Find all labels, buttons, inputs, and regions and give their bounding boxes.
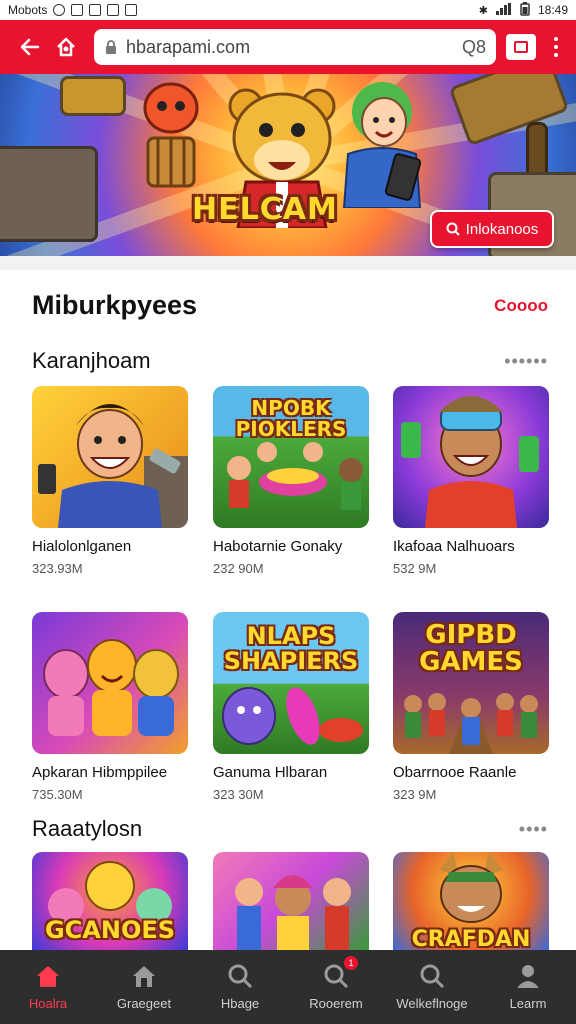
search-icon (446, 222, 460, 236)
bluetooth-icon: ✱ (478, 4, 488, 17)
nav-shop[interactable]: Graegeet (96, 950, 192, 1024)
browser-toolbar: hbarapami.com Q8 (0, 20, 576, 74)
more-dots-icon[interactable]: •••• (519, 819, 548, 840)
banner-title: HELCAM (192, 192, 338, 227)
status-notification-icon (125, 4, 138, 16)
game-card[interactable]: CRAFDAN (393, 852, 551, 950)
status-notification-icon (89, 4, 102, 16)
nav-label: Graegeet (116, 995, 172, 1011)
game-card[interactable]: Hialolonlganen 323.93M (32, 386, 190, 576)
game-card[interactable]: NPOBK PIOKLERS Habotarnie Gonaky 232 90M (213, 386, 371, 576)
url-right-text: Q8 (461, 36, 486, 57)
thumbnail-title: GIPBD GAMES (419, 620, 523, 678)
url-text: hbarapami.com (126, 36, 251, 57)
thumbnail-title: CRAFDAN (411, 927, 531, 950)
home-icon[interactable] (48, 29, 84, 65)
carrier-label: Mobots (8, 3, 48, 17)
status-notification-icon (107, 4, 120, 16)
nav-label: Hoalra (28, 995, 68, 1011)
profile-icon (517, 964, 539, 988)
game-size: 735.30M (32, 787, 83, 802)
game-thumbnail (32, 612, 188, 754)
banner-cta-button[interactable]: Inlokanoos (430, 210, 554, 248)
game-size: 323.93M (32, 561, 83, 576)
signal-icon (495, 2, 512, 18)
crate-image (60, 76, 126, 116)
search-icon (228, 964, 253, 988)
game-title: Hialolonlganen (32, 538, 132, 555)
more-dots-icon[interactable]: •••••• (504, 351, 548, 372)
game-card[interactable] (213, 852, 371, 950)
game-card[interactable]: GIPBD GAMES Obarrnooe Raanle 323 9M (393, 612, 551, 802)
nav-search[interactable]: Hbage (192, 950, 288, 1024)
girl-with-phone-image (342, 82, 422, 208)
lock-icon (106, 40, 116, 54)
game-title: Apkaran Hibmppilee (32, 764, 168, 781)
game-card[interactable]: Ikafoaa Nalhuoars 532 9M (393, 386, 551, 576)
game-thumbnail (32, 386, 188, 528)
nav-label: Welkeflnoge (396, 995, 468, 1011)
bottom-navigation: Hoalra Graegeet Hbage 1 Rooerem Welkefln… (0, 950, 576, 1024)
search-icon (420, 964, 445, 988)
main-header: Miburkpyees Coooo (32, 290, 548, 321)
game-title: Obarrnooe Raanle (393, 764, 517, 781)
orange-robot-image (143, 82, 199, 188)
game-card[interactable]: Apkaran Hibmppilee 735.30M (32, 612, 190, 802)
section-title: Karanjhoam (32, 348, 151, 373)
thumbnail-title: NPOBK PIOKLERS (235, 396, 347, 441)
section-header: Karanjhoam •••••• (32, 348, 548, 374)
game-title: Habotarnie Gonaky (213, 538, 343, 555)
section-header: Raaatylosn •••• (32, 816, 548, 842)
tabs-icon[interactable] (506, 34, 536, 60)
url-right[interactable]: Q8 (462, 37, 486, 58)
status-alert-icon (53, 4, 66, 16)
see-all-link[interactable]: Coooo (494, 296, 548, 316)
page-title: Miburkpyees (32, 290, 198, 320)
game-size: 232 90M (213, 561, 264, 576)
nav-home[interactable]: Hoalra (0, 950, 96, 1024)
status-notification-icon (71, 4, 84, 16)
game-size: 532 9M (393, 561, 437, 576)
game-size: 323 9M (393, 787, 437, 802)
game-thumbnail: GCANOES (32, 852, 188, 950)
back-arrow-icon[interactable] (12, 29, 48, 65)
url-bar[interactable]: hbarapami.com Q8 (94, 29, 496, 65)
hero-banner[interactable]: HELCAM Inlokanoos (0, 74, 576, 256)
game-size: 323 30M (213, 787, 264, 802)
game-thumbnail (213, 852, 369, 950)
game-thumbnail: NPOBK PIOKLERS (213, 386, 369, 528)
shop-icon (133, 965, 155, 987)
nav-notifications[interactable]: 1 Rooerem (288, 950, 384, 1024)
banner-cta-label: Inlokanoos (465, 220, 539, 238)
nav-profile[interactable]: Learm (480, 950, 576, 1024)
nav-label: Learm (509, 995, 547, 1011)
thumbnail-title: GCANOES (44, 916, 176, 944)
game-title: Ganuma Hlbaran (213, 764, 328, 781)
game-card[interactable]: GCANOES (32, 852, 190, 950)
nav-label: Hbage (220, 995, 260, 1011)
game-thumbnail: CRAFDAN (393, 852, 549, 950)
game-thumbnail (393, 386, 549, 528)
clock: 18:49 (537, 3, 568, 17)
battery-icon (520, 1, 530, 19)
notification-badge: 1 (344, 956, 358, 970)
nav-label: Rooerem (309, 995, 363, 1011)
game-card[interactable]: NLAPS SHAPIERS Ganuma Hlbaran 323 30M (213, 612, 371, 802)
game-thumbnail: NLAPS SHAPIERS (213, 612, 369, 754)
nav-workflows[interactable]: Welkeflnoge (384, 950, 480, 1024)
hammer-image (448, 74, 570, 147)
game-title: Ikafoaa Nalhuoars (393, 538, 515, 555)
status-bar: Mobots ✱ 18:49 (0, 0, 576, 20)
section-title: Raaatylosn (32, 816, 143, 841)
kebab-menu-icon[interactable] (548, 37, 564, 57)
home-icon (37, 965, 59, 987)
section-divider (0, 256, 576, 270)
stone-block-image (0, 146, 98, 242)
thumbnail-title: NLAPS SHAPIERS (223, 622, 359, 676)
game-thumbnail: GIPBD GAMES (393, 612, 549, 754)
